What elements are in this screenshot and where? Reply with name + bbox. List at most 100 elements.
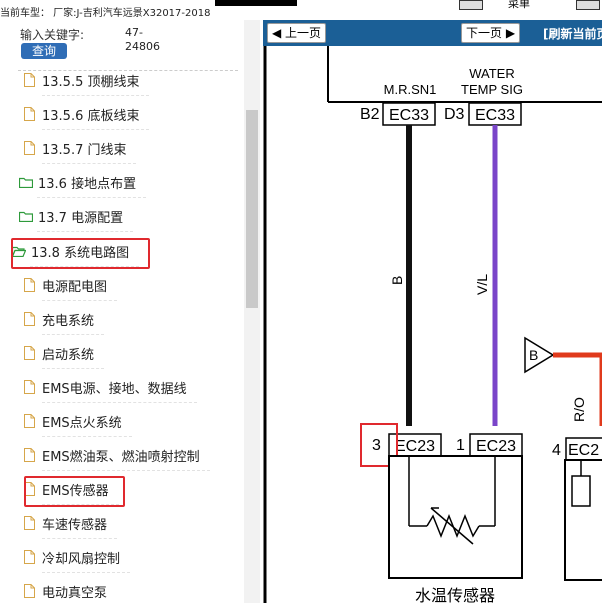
- tree-item-divider: [37, 231, 134, 232]
- adjacent-component-element: [571, 475, 591, 507]
- tree-item-divider: [42, 300, 118, 301]
- tree-item-divider: [42, 572, 131, 573]
- left-panel: 输入关键字: 查询 47- 24806 13.5.5 顶棚线束 13.5.6 底板…: [0, 20, 263, 603]
- file-icon: [24, 516, 35, 530]
- car-model-info: 当前车型： 厂家:J-吉利汽车远景X32017-2018: [0, 8, 211, 19]
- file-icon: [24, 584, 35, 598]
- tree-item-divider: [42, 402, 197, 403]
- tree-item-label: 车速传感器: [42, 517, 108, 533]
- code-line-2: 24806: [125, 40, 160, 53]
- wire-label-ro: R/O: [571, 397, 587, 422]
- tree-item[interactable]: 充电系统: [24, 303, 105, 335]
- next-page-button[interactable]: 下一页 ▶: [461, 23, 521, 43]
- pin-b2: B2: [360, 106, 380, 123]
- circuit-diagram: WATER TEMP SIG M.R.SN1 B2 EC33 D3 EC33 B…: [263, 46, 602, 603]
- ec33-label-b: EC33: [475, 107, 515, 124]
- tree-item[interactable]: 电动真空泵: [24, 575, 107, 603]
- page-nav-bar: ◀ 上一页 下一页 ▶ [刷新当前页]: [263, 20, 602, 46]
- tree-item[interactable]: 13.5.6 底板线束: [24, 98, 150, 130]
- mrsn1-label: M.R.SN1: [384, 82, 437, 97]
- tree-item[interactable]: 冷却风扇控制: [24, 541, 131, 573]
- diagram-panel: ◀ 上一页 下一页 ▶ [刷新当前页] WATER TEMP SIG M.R.S…: [263, 20, 602, 603]
- toolbar-strip: [215, 0, 297, 6]
- refresh-page-link[interactable]: [刷新当前页]: [543, 25, 602, 42]
- tree-item[interactable]: 13.5.5 顶棚线束: [24, 64, 150, 96]
- tree-item-label: EMS点火系统: [42, 415, 122, 431]
- file-icon: [24, 414, 35, 428]
- sensor-label: 水温传感器: [415, 586, 495, 603]
- tree-scrollbar-thumb[interactable]: [246, 110, 258, 308]
- top-bar: 当前车型： 厂家:J-吉利汽车远景X32017-2018 菜单: [0, 0, 602, 20]
- search-code: 47- 24806: [125, 26, 160, 54]
- water-label-1: WATER: [469, 66, 515, 81]
- tree-item-label: 充电系统: [42, 313, 95, 329]
- code-line-1: 47-: [125, 26, 143, 39]
- tree-item-divider: [37, 197, 147, 198]
- search-button[interactable]: 查询: [21, 43, 67, 59]
- wire-label-vl: V/L: [474, 274, 490, 295]
- tree-item-divider: [42, 334, 105, 335]
- menu-icon[interactable]: [459, 0, 483, 10]
- file-icon: [24, 380, 35, 394]
- prev-page-button[interactable]: ◀ 上一页: [267, 23, 327, 43]
- tree-item-label: 13.5.5 顶棚线束: [42, 74, 140, 90]
- ec2-label: EC2: [568, 442, 599, 459]
- tree-item-divider: [42, 163, 137, 164]
- pin-4: 4: [552, 442, 561, 459]
- tree-item-label: 启动系统: [42, 347, 95, 363]
- tree-item-label: 13.5.6 底板线束: [42, 108, 140, 124]
- pin-1: 1: [456, 437, 465, 454]
- ec33-label-a: EC33: [389, 107, 429, 124]
- tree-item-label: 13.7 电源配置: [38, 210, 124, 226]
- tree-item[interactable]: 启动系统: [24, 337, 105, 369]
- next-arrow-icon: ▶: [502, 26, 516, 40]
- next-page-label: 下一页: [466, 26, 503, 40]
- tree-scrollbar[interactable]: [244, 20, 260, 603]
- tree-item[interactable]: 13.6 接地点布置: [18, 166, 147, 198]
- folder-icon: [18, 211, 34, 222]
- tree-item-divider: [42, 436, 132, 437]
- tree-item-label: 13.5.7 门线束: [42, 142, 127, 158]
- pin-d3: D3: [444, 106, 465, 123]
- tree-item-divider: [42, 538, 118, 539]
- tree-item-divider: [42, 95, 150, 96]
- file-icon: [24, 312, 35, 326]
- triangle-label-b: B: [529, 347, 538, 363]
- tree-item-label: EMS电源、接地、数据线: [42, 381, 187, 397]
- search-label: 输入关键字:: [20, 28, 85, 42]
- file-icon: [24, 278, 35, 292]
- ec23-label-a: EC23: [395, 438, 435, 455]
- tree-item[interactable]: EMS点火系统: [24, 405, 132, 437]
- highlight-ems-sensor: [24, 476, 125, 507]
- pin-3: 3: [372, 437, 381, 454]
- file-icon: [24, 107, 35, 121]
- tree-item-label: 13.6 接地点布置: [38, 176, 137, 192]
- tree-item[interactable]: EMS燃油泵、燃油喷射控制: [24, 439, 210, 471]
- tree-item-divider: [42, 368, 105, 369]
- tree-item[interactable]: 电源配电图: [24, 269, 118, 301]
- toolbar-icon[interactable]: [576, 0, 600, 10]
- prev-arrow-icon: ◀: [272, 26, 286, 40]
- tree-item-label: 电动真空泵: [42, 585, 108, 601]
- ec23-label-b: EC23: [476, 438, 516, 455]
- highlight-13-8: [11, 238, 150, 269]
- tree-item[interactable]: 13.7 电源配置: [18, 200, 134, 232]
- prev-page-label: 上一页: [285, 26, 322, 40]
- file-icon: [24, 141, 35, 155]
- tree-item[interactable]: 13.5.7 门线束: [24, 132, 137, 164]
- tree-item-label: EMS燃油泵、燃油喷射控制: [42, 449, 200, 465]
- file-icon: [24, 448, 35, 462]
- file-icon: [24, 550, 35, 564]
- tree-item-label: 电源配电图: [42, 279, 108, 295]
- file-icon: [24, 73, 35, 87]
- menu-label[interactable]: 菜单: [508, 0, 530, 11]
- tree-item-label: 冷却风扇控制: [42, 551, 121, 567]
- folder-icon: [18, 177, 34, 188]
- file-icon: [24, 346, 35, 360]
- tree-item-divider: [42, 129, 150, 130]
- tree-item-divider: [42, 470, 210, 471]
- tree-item[interactable]: 车速传感器: [24, 507, 118, 539]
- wire-label-b: B: [389, 276, 405, 285]
- water-label-2: TEMP SIG: [461, 82, 523, 97]
- tree-item[interactable]: EMS电源、接地、数据线: [24, 371, 197, 403]
